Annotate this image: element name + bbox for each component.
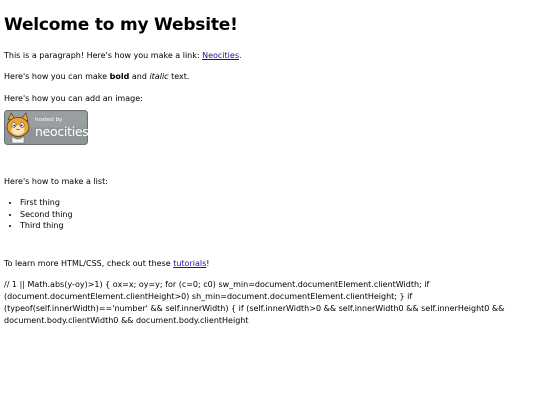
list-item: First thing (20, 197, 534, 209)
paragraph-image-intro: Here's how you can add an image: (4, 94, 143, 103)
list-item: Second thing (20, 209, 534, 221)
paragraph-tutorials: To learn more HTML/CSS, check out these … (4, 258, 534, 269)
example-list: First thing Second thing Third thing (4, 197, 534, 232)
badge-brand-text: neocities (35, 124, 88, 139)
paragraph-link: This is a paragraph! Here's how you make… (4, 50, 534, 61)
paragraph-formatting: Here's how you can make bold and italic … (4, 71, 534, 82)
paragraph-text: This is a paragraph! Here's how you make… (4, 51, 203, 60)
paragraph-text: To learn more HTML/CSS, check out these (4, 258, 174, 268)
neocities-badge-image: hosted by neocities (4, 110, 88, 145)
paragraph-text: Here's how you can make (4, 72, 110, 81)
neocities-link[interactable]: Neocities (202, 51, 239, 60)
italic-text: italic (149, 72, 169, 81)
paragraph-text: ! (206, 258, 210, 268)
paragraph-list-intro: Here's how to make a list: (4, 177, 108, 186)
neocities-badge-svg: hosted by neocities (4, 110, 88, 145)
list-item: Third thing (20, 220, 534, 232)
paragraph-text: text. (168, 72, 190, 81)
bold-text: bold (109, 72, 130, 81)
badge-small-text: hosted by (35, 117, 63, 123)
leaked-script-text: // 1 || Math.abs(y-oy)>1) { ox=x; oy=y; … (4, 279, 505, 325)
paragraph-text: . (239, 51, 242, 60)
page-content: Welcome to my Website! This is a paragra… (4, 0, 534, 327)
paragraph-text: and (129, 72, 150, 81)
page-title: Welcome to my Website! (4, 15, 238, 35)
tutorials-link[interactable]: tutorials (173, 259, 206, 268)
